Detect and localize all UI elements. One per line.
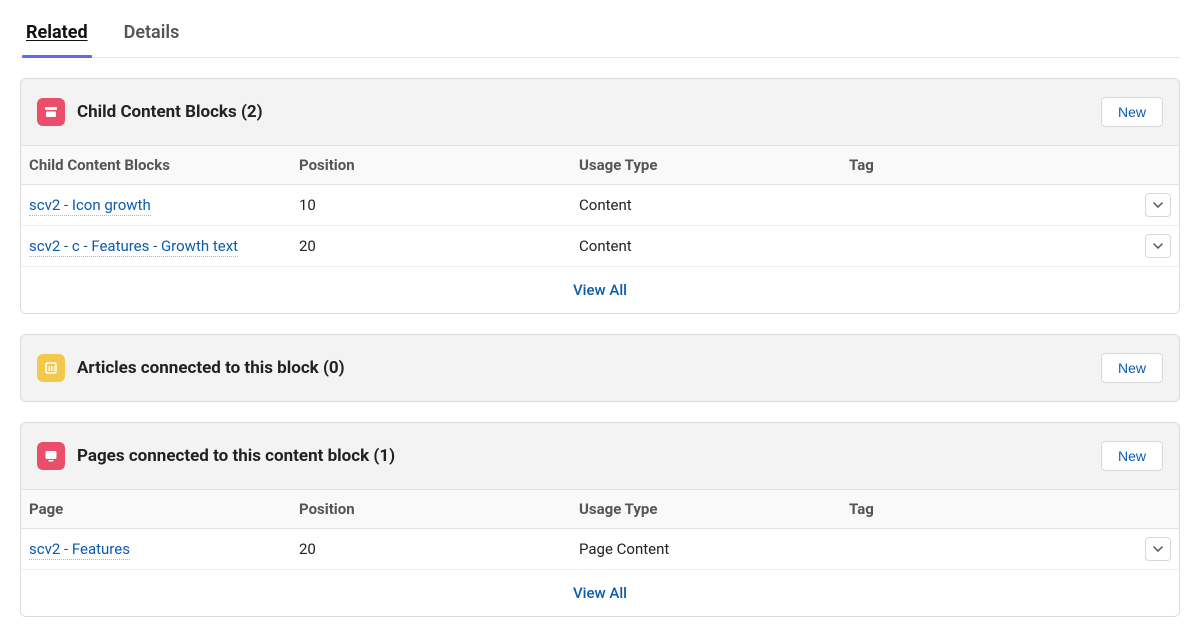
cell-position: 20 xyxy=(299,237,579,255)
tab-details[interactable]: Details xyxy=(124,14,180,57)
archive-box-icon xyxy=(37,98,65,126)
new-button[interactable]: New xyxy=(1101,441,1163,471)
record-link[interactable]: scv2 - c - Features - Growth text xyxy=(29,237,238,257)
new-button[interactable]: New xyxy=(1101,353,1163,383)
view-all-link[interactable]: View All xyxy=(573,281,627,299)
cell-position: 10 xyxy=(299,196,579,214)
column-header: Page xyxy=(29,500,299,518)
column-header: Tag xyxy=(849,500,1131,518)
tabs: Related Details xyxy=(20,14,1180,58)
new-button[interactable]: New xyxy=(1101,97,1163,127)
panel-articles: Articles connected to this block (0) New xyxy=(20,334,1180,402)
record-link[interactable]: scv2 - Features xyxy=(29,540,130,560)
column-header: Usage Type xyxy=(579,156,849,174)
table-row: scv2 - Icon growth 10 Content xyxy=(21,185,1179,226)
chevron-down-icon xyxy=(1153,546,1163,552)
table-row: scv2 - Features 20 Page Content xyxy=(21,529,1179,569)
row-actions-menu[interactable] xyxy=(1145,193,1171,217)
column-header: Tag xyxy=(849,156,1131,174)
cell-usage: Content xyxy=(579,196,849,214)
chevron-down-icon xyxy=(1153,202,1163,208)
articles-icon xyxy=(37,354,65,382)
column-header: Child Content Blocks xyxy=(29,156,299,174)
cell-usage: Page Content xyxy=(579,540,849,558)
row-actions-menu[interactable] xyxy=(1145,537,1171,561)
panel-title: Pages connected to this content block (1… xyxy=(77,446,1089,466)
chevron-down-icon xyxy=(1153,243,1163,249)
cell-position: 20 xyxy=(299,540,579,558)
table-row: scv2 - c - Features - Growth text 20 Con… xyxy=(21,226,1179,266)
record-link[interactable]: scv2 - Icon growth xyxy=(29,196,151,216)
monitor-icon xyxy=(37,442,65,470)
panel-title: Articles connected to this block (0) xyxy=(77,358,1089,378)
panel-pages: Pages connected to this content block (1… xyxy=(20,422,1180,617)
column-header: Position xyxy=(299,500,579,518)
column-header: Usage Type xyxy=(579,500,849,518)
panel-title: Child Content Blocks (2) xyxy=(77,102,1089,122)
tab-related[interactable]: Related xyxy=(26,14,88,57)
view-all-link[interactable]: View All xyxy=(573,584,627,602)
panel-child-content-blocks: Child Content Blocks (2) New Child Conte… xyxy=(20,78,1180,314)
row-actions-menu[interactable] xyxy=(1145,234,1171,258)
cell-usage: Content xyxy=(579,237,849,255)
column-header: Position xyxy=(299,156,579,174)
